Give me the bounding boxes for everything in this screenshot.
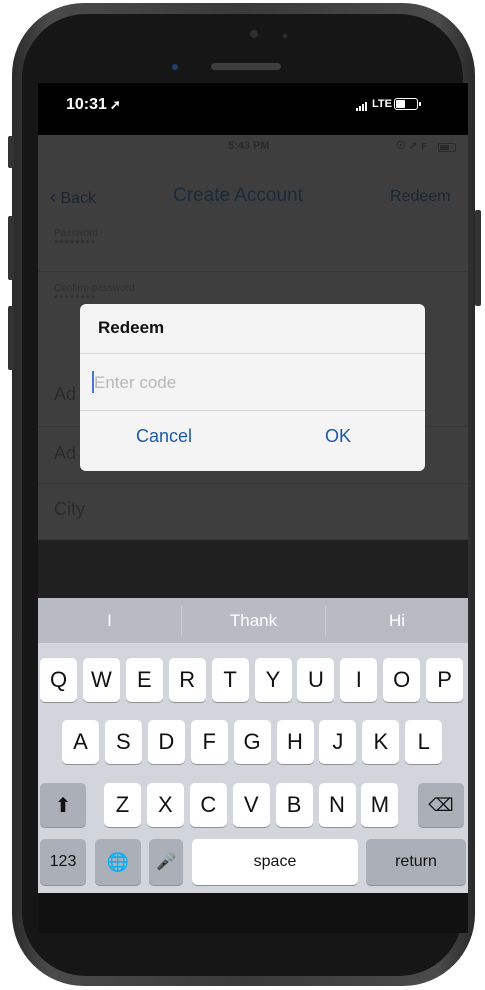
globe-icon: 🌐 <box>106 851 130 872</box>
divider <box>38 271 468 272</box>
microphone-icon: 🎤 <box>156 854 176 871</box>
network-type: LTE <box>372 98 392 110</box>
key-v[interactable]: V <box>232 783 270 827</box>
dialog-title: Redeem <box>98 318 165 337</box>
suggestion-1[interactable]: I <box>38 611 181 631</box>
keyboard: I Thank Hi QWERTYUIOP ASDFGHJKL ⬆ ZXCVBN… <box>38 598 468 893</box>
redeem-dialog: Redeem Cancel OK <box>80 304 425 471</box>
key-h[interactable]: H <box>276 720 314 764</box>
back-button[interactable]: ‹ Back <box>50 187 96 208</box>
key-m[interactable]: M <box>361 783 399 827</box>
inner-status-bar: 5:43 PM ☉➚ꜰ <box>38 135 468 157</box>
key-p[interactable]: P <box>426 658 464 702</box>
location-icon: ➚ <box>408 140 422 152</box>
key-f[interactable]: F <box>190 720 228 764</box>
key-d[interactable]: D <box>147 720 185 764</box>
chevron-left-icon: ‹ <box>50 187 56 207</box>
password-value[interactable]: ******** <box>54 238 96 250</box>
location-arrow-icon: ➚ <box>109 97 121 112</box>
shift-key[interactable]: ⬆ <box>40 783 86 827</box>
inner-status-time: 5:43 PM <box>228 140 270 152</box>
light-sensor <box>283 34 287 38</box>
divider <box>38 483 468 484</box>
dictation-key[interactable]: 🎤 <box>149 839 183 885</box>
back-label: Back <box>60 190 97 207</box>
battery-icon <box>394 98 421 110</box>
redeem-nav-button[interactable]: Redeem <box>390 188 450 206</box>
key-x[interactable]: X <box>146 783 184 827</box>
address1-label[interactable]: Ad <box>54 384 76 405</box>
space-key[interactable]: space <box>192 839 358 885</box>
code-input[interactable] <box>90 362 423 404</box>
inner-battery-icon <box>438 143 456 152</box>
key-w[interactable]: W <box>82 658 120 702</box>
proximity-sensor <box>250 30 258 38</box>
key-u[interactable]: U <box>297 658 335 702</box>
key-q[interactable]: Q <box>40 658 77 702</box>
key-b[interactable]: B <box>275 783 313 827</box>
return-key[interactable]: return <box>366 839 466 885</box>
key-e[interactable]: E <box>125 658 163 702</box>
globe-key[interactable]: 🌐 <box>95 839 141 885</box>
key-g[interactable]: G <box>233 720 271 764</box>
text-cursor <box>92 371 94 393</box>
key-n[interactable]: N <box>318 783 356 827</box>
shift-arrow-icon: ⬆ <box>54 794 72 817</box>
dialog-divider <box>80 410 425 411</box>
cancel-button[interactable]: Cancel <box>136 426 192 447</box>
page-title: Create Account <box>173 185 303 206</box>
bluetooth-icon: ꜰ <box>421 140 430 152</box>
backspace-key[interactable]: ⌫ <box>418 783 464 827</box>
key-r[interactable]: R <box>168 658 206 702</box>
suggestion-3[interactable]: Hi <box>326 611 468 631</box>
key-y[interactable]: Y <box>254 658 292 702</box>
key-t[interactable]: T <box>211 658 249 702</box>
key-i[interactable]: I <box>340 658 378 702</box>
dimmed-footer <box>38 540 468 598</box>
key-l[interactable]: L <box>405 720 443 764</box>
status-bar: 10:31 ➚ LTE <box>38 83 468 135</box>
suggestion-2[interactable]: Thank <box>182 611 325 631</box>
backspace-icon: ⌫ <box>428 794 454 815</box>
alarm-icon: ☉ <box>396 140 409 152</box>
suggestion-bar: I Thank Hi <box>38 598 468 643</box>
key-s[interactable]: S <box>104 720 142 764</box>
key-k[interactable]: K <box>362 720 400 764</box>
navigation-bar: ‹ Back Create Account Redeem <box>38 165 468 225</box>
key-z[interactable]: Z <box>104 783 141 827</box>
silent-switch <box>8 136 14 168</box>
earpiece <box>211 63 281 70</box>
screen: 10:31 ➚ LTE 5:43 PM ☉➚ꜰ ‹ Back Create Ac… <box>38 83 468 893</box>
numbers-key[interactable]: 123 <box>40 839 86 885</box>
screen-bottom <box>38 893 468 933</box>
inner-status-icons: ☉➚ꜰ <box>396 139 430 152</box>
volume-down-button <box>8 306 14 370</box>
address2-label[interactable]: Ad <box>54 443 76 464</box>
volume-up-button <box>8 216 14 280</box>
key-o[interactable]: O <box>383 658 421 702</box>
power-button <box>475 210 481 306</box>
key-a[interactable]: A <box>62 720 99 764</box>
key-c[interactable]: C <box>189 783 227 827</box>
front-camera <box>172 64 178 70</box>
ok-button[interactable]: OK <box>325 426 351 447</box>
status-time: 10:31 ➚ <box>66 96 121 113</box>
dialog-divider <box>80 353 425 354</box>
key-j[interactable]: J <box>319 720 357 764</box>
city-label[interactable]: City <box>54 499 85 520</box>
